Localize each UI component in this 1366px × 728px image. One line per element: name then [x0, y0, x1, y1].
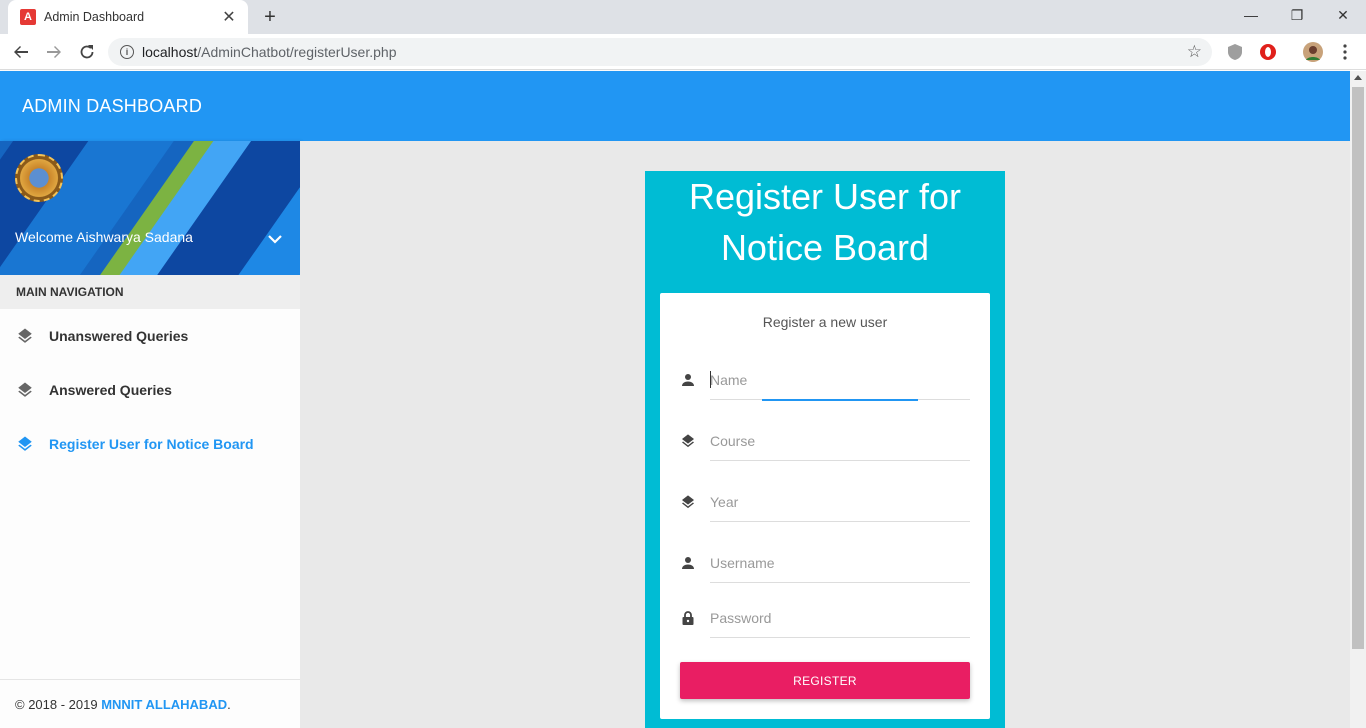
text-caret [710, 371, 711, 388]
sidebar-item-label: Unanswered Queries [49, 328, 189, 344]
address-bar[interactable]: i localhost/AdminChatbot/registerUser.ph… [108, 38, 1212, 66]
form-message: Register a new user [762, 314, 888, 330]
page-scrollbar[interactable] [1350, 71, 1366, 728]
url-text: localhost/AdminChatbot/registerUser.php [142, 44, 396, 60]
bookmark-star-icon[interactable]: ☆ [1187, 42, 1202, 62]
opera-extension-icon[interactable] [1258, 42, 1278, 62]
register-form: Register a new user REGISTER [660, 293, 990, 719]
username-field-group [680, 543, 970, 587]
layers-icon [682, 495, 694, 509]
layers-icon [18, 436, 32, 451]
person-icon [682, 374, 694, 386]
new-tab-button[interactable]: + [258, 5, 282, 29]
password-input[interactable] [710, 598, 970, 638]
browser-toolbar: i localhost/AdminChatbot/registerUser.ph… [0, 34, 1366, 70]
user-info-panel: Welcome Aishwarya Sadana [0, 141, 300, 275]
name-input[interactable] [710, 360, 970, 400]
footer-suffix: . [227, 696, 231, 712]
browser-tab[interactable]: A Admin Dashboard ✕ [8, 0, 248, 34]
welcome-text: Welcome Aishwarya Sadana [15, 229, 193, 245]
back-button[interactable] [9, 40, 33, 64]
name-field-group [680, 360, 970, 404]
minimize-button[interactable]: — [1228, 0, 1274, 30]
institute-logo [15, 154, 63, 202]
course-field-group [680, 421, 970, 465]
lock-icon [682, 611, 694, 625]
reload-icon [80, 45, 94, 59]
close-window-button[interactable]: ✕ [1320, 0, 1366, 30]
username-input[interactable] [710, 543, 970, 583]
app-header: ADMIN DASHBOARD [0, 71, 1350, 141]
chevron-down-icon[interactable] [268, 231, 282, 247]
url-host: localhost [142, 44, 198, 60]
footer-brand-link[interactable]: MNNIT ALLAHABAD [101, 697, 227, 712]
focus-underline [762, 399, 918, 401]
url-path: /AdminChatbot/registerUser.php [197, 44, 397, 60]
back-arrow-icon [14, 46, 28, 58]
sidebar-item-label: Answered Queries [49, 382, 172, 398]
layers-icon [18, 328, 32, 343]
course-input[interactable] [710, 421, 970, 461]
sidebar: Welcome Aishwarya Sadana MAIN NAVIGATION… [0, 141, 300, 728]
register-card: Register User for Notice Board Register … [645, 171, 1005, 728]
page-title: Register User for Notice Board [688, 176, 962, 268]
tab-close-icon[interactable]: ✕ [220, 7, 238, 27]
sidebar-item-answered-queries[interactable]: Answered Queries [0, 363, 300, 417]
copyright-text: © 2018 - 2019 [15, 696, 102, 712]
reload-button[interactable] [75, 40, 99, 64]
forward-button[interactable] [42, 40, 66, 64]
restore-button[interactable]: ❐ [1274, 0, 1320, 30]
profile-avatar-icon[interactable] [1303, 42, 1323, 62]
register-button[interactable]: REGISTER [680, 662, 970, 699]
info-icon[interactable]: i [120, 45, 134, 59]
layers-icon [682, 434, 694, 448]
year-input[interactable] [710, 482, 970, 522]
browser-menu-icon[interactable] [1335, 42, 1355, 62]
app-title[interactable]: ADMIN DASHBOARD [22, 96, 202, 117]
forward-arrow-icon [47, 46, 61, 58]
shield-extension-icon[interactable] [1225, 42, 1245, 62]
layers-icon [18, 382, 32, 397]
favicon-icon: A [20, 9, 36, 25]
scrollbar-thumb[interactable] [1352, 87, 1364, 649]
scroll-up-arrow-icon[interactable] [1354, 75, 1362, 80]
person-icon [682, 557, 694, 569]
password-field-group [680, 598, 970, 642]
sidebar-item-label: Register User for Notice Board [49, 436, 254, 452]
nav-header: MAIN NAVIGATION [0, 275, 300, 309]
sidebar-item-register-user[interactable]: Register User for Notice Board [0, 417, 300, 471]
tab-title: Admin Dashboard [44, 10, 145, 24]
sidebar-footer: © 2018 - 2019 MNNIT ALLAHABAD. [0, 679, 300, 728]
sidebar-item-unanswered-queries[interactable]: Unanswered Queries [0, 309, 300, 363]
browser-tabstrip: A Admin Dashboard ✕ + — ❐ ✕ [0, 0, 1366, 34]
year-field-group [680, 482, 970, 526]
